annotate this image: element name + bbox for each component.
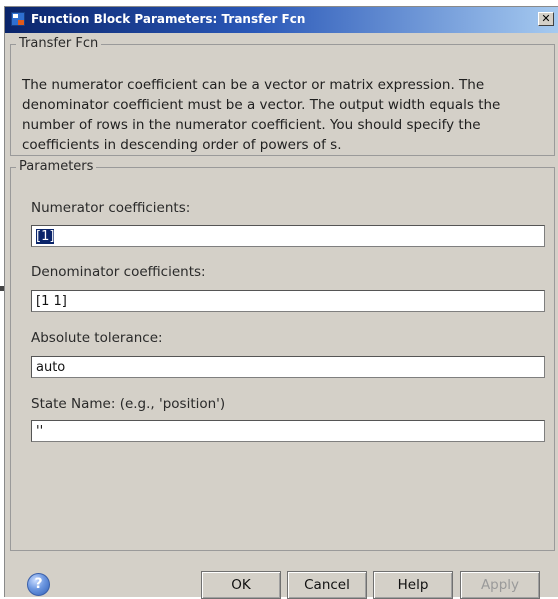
numerator-value: [1] (36, 229, 55, 244)
title-bar[interactable]: Function Block Parameters: Transfer Fcn … (5, 7, 558, 33)
state-name-value: '' (36, 424, 44, 439)
denominator-label: Denominator coefficients: (31, 264, 206, 280)
absolute-tolerance-field[interactable]: auto (31, 356, 545, 378)
parameters-group-label: Parameters (16, 159, 97, 174)
dialog-window: Function Block Parameters: Transfer Fcn … (4, 6, 558, 599)
absolute-tolerance-label: Absolute tolerance: (31, 330, 163, 346)
ok-button[interactable]: OK (201, 571, 281, 599)
numerator-field[interactable]: [1] (31, 225, 545, 247)
state-name-label: State Name: (e.g., 'position') (31, 396, 226, 412)
help-circle-icon[interactable]: ? (27, 573, 50, 596)
denominator-value: [1 1] (36, 294, 67, 309)
description-group-label: Transfer Fcn (16, 36, 102, 51)
numerator-label: Numerator coefficients: (31, 200, 191, 216)
window-title: Function Block Parameters: Transfer Fcn (31, 12, 306, 26)
state-name-field[interactable]: '' (31, 420, 545, 442)
block-description: The numerator coefficient can be a vecto… (22, 77, 501, 153)
help-button[interactable]: Help (373, 571, 453, 599)
description-group: Transfer Fcn The numerator coefficient c… (10, 36, 555, 156)
absolute-tolerance-value: auto (36, 360, 66, 375)
close-icon[interactable]: ✕ (538, 12, 554, 26)
denominator-field[interactable]: [1 1] (31, 290, 545, 312)
cancel-button[interactable]: Cancel (287, 571, 367, 599)
apply-button[interactable]: Apply (460, 571, 540, 599)
simulink-block-icon (11, 12, 25, 26)
